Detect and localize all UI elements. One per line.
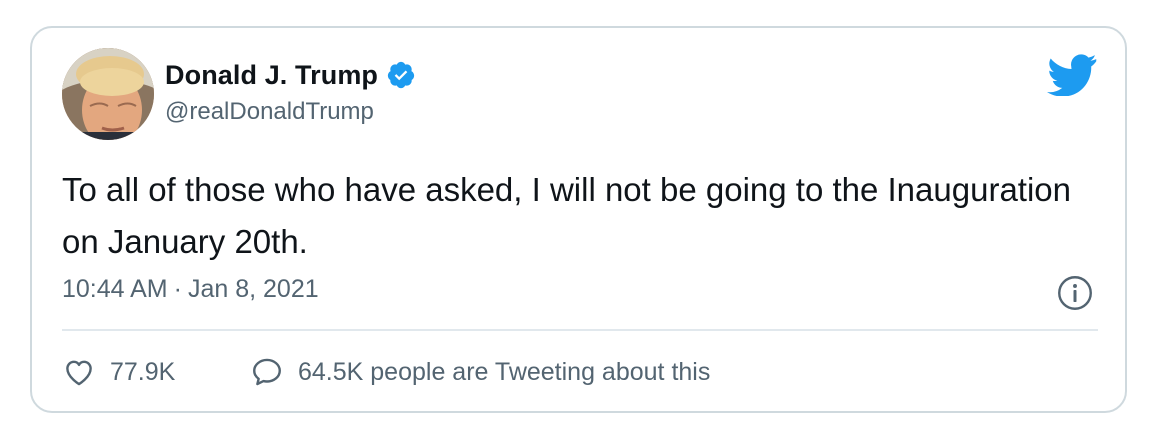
tweet-time: 10:44 AM bbox=[62, 275, 168, 303]
author-name[interactable]: Donald J. Trump bbox=[165, 60, 378, 91]
avatar-image bbox=[62, 48, 154, 140]
tweet-text: To all of those who have asked, I will n… bbox=[62, 171, 1071, 260]
verified-badge-icon bbox=[387, 61, 415, 89]
twitter-bird-icon[interactable] bbox=[1047, 54, 1097, 96]
heart-icon bbox=[66, 360, 92, 386]
talking-count: 64.5K people are Tweeting about this bbox=[298, 357, 711, 386]
divider bbox=[62, 329, 1098, 331]
tweet-card[interactable]: Donald J. Trump @realDonaldTrump To all … bbox=[30, 26, 1127, 413]
like-count: 77.9K bbox=[110, 357, 176, 386]
tweet-timestamp[interactable]: 10:44 AM · Jan 8, 2021 bbox=[62, 275, 319, 304]
info-icon[interactable] bbox=[1057, 275, 1093, 311]
avatar[interactable] bbox=[62, 48, 154, 140]
author-row: Donald J. Trump bbox=[165, 58, 416, 92]
tweet-date: Jan 8, 2021 bbox=[187, 275, 319, 303]
author-handle[interactable]: @realDonaldTrump bbox=[165, 98, 374, 126]
speech-bubble-icon bbox=[253, 358, 281, 386]
like-button[interactable]: 77.9K bbox=[62, 354, 175, 390]
conversation-link[interactable]: 64.5K people are Tweeting about this bbox=[250, 354, 710, 390]
meta-separator: · bbox=[173, 275, 182, 303]
